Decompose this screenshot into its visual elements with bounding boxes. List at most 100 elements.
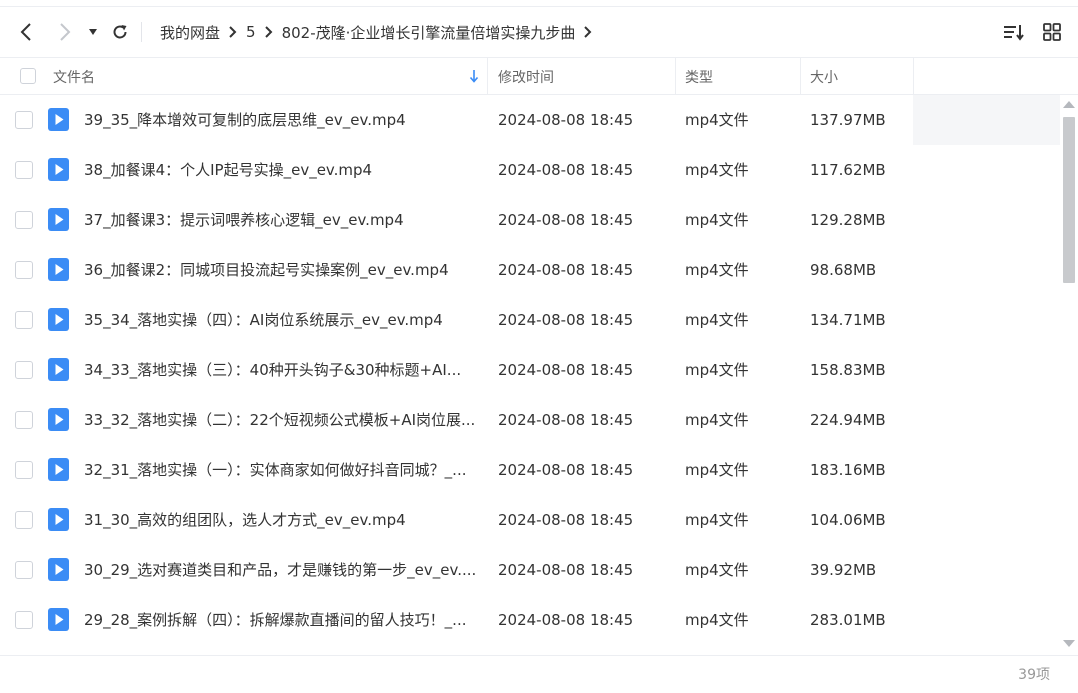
breadcrumb-item-folder[interactable]: 5 — [246, 23, 256, 41]
file-name[interactable]: 31_30_高效的组团队，选人才方式_ev_ev.mp4 — [84, 495, 479, 545]
row-checkbox[interactable] — [15, 611, 33, 629]
column-name-label: 文件名 — [53, 69, 95, 86]
item-count: 39项 — [1018, 667, 1050, 683]
file-name[interactable]: 33_32_落地实操（二）：22个短视频公式模板+AI岗位展... — [84, 395, 479, 445]
row-checkbox[interactable] — [15, 311, 33, 329]
sort-descending-icon — [1004, 25, 1024, 41]
chevron-right-icon[interactable] — [575, 25, 601, 39]
vertical-scrollbar[interactable] — [1060, 95, 1078, 655]
file-row[interactable]: 31_30_高效的组团队，选人才方式_ev_ev.mp4 2024-08-08 … — [0, 495, 1060, 545]
file-name[interactable]: 34_33_落地实操（三）：40种开头钩子&30种标题+AI... — [84, 345, 479, 395]
file-name[interactable]: 39_35_降本增效可复制的底层思维_ev_ev.mp4 — [84, 95, 479, 145]
chevron-right-icon — [256, 25, 282, 39]
scroll-down-arrow-icon[interactable] — [1063, 640, 1075, 647]
column-header-size[interactable]: 大小 — [810, 58, 838, 95]
history-dropdown-button[interactable] — [82, 18, 104, 46]
toolbar: 我的网盘 5 802-茂隆·企业增长引擎流量倍增实操九步曲 — [0, 8, 1078, 56]
file-row[interactable]: 37_加餐课3：提示词喂养核心逻辑_ev_ev.mp4 2024-08-08 1… — [0, 195, 1060, 245]
file-row[interactable]: 38_加餐课4：个人IP起号实操_ev_ev.mp4 2024-08-08 18… — [0, 145, 1060, 195]
column-size-label: 大小 — [810, 69, 838, 86]
column-divider[interactable] — [800, 58, 801, 95]
column-divider[interactable] — [913, 58, 914, 95]
file-type: mp4文件 — [685, 461, 749, 479]
column-header-modified[interactable]: 修改时间 — [498, 58, 554, 95]
chevron-right-icon — [60, 23, 71, 41]
file-size: 224.94MB — [810, 411, 886, 429]
chevron-right-icon — [220, 25, 246, 39]
file-type: mp4文件 — [685, 261, 749, 279]
forward-button[interactable] — [51, 18, 79, 46]
file-type: mp4文件 — [685, 511, 749, 529]
file-row[interactable]: 35_34_落地实操（四）：AI岗位系统展示_ev_ev.mp4 2024-08… — [0, 295, 1060, 345]
file-size: 158.83MB — [810, 361, 886, 379]
video-file-icon — [48, 208, 69, 231]
file-type: mp4文件 — [685, 361, 749, 379]
row-checkbox[interactable] — [15, 561, 33, 579]
row-checkbox[interactable] — [15, 361, 33, 379]
back-button[interactable] — [12, 18, 40, 46]
refresh-button[interactable] — [106, 18, 134, 46]
file-name[interactable]: 37_加餐课3：提示词喂养核心逻辑_ev_ev.mp4 — [84, 195, 479, 245]
video-file-icon — [48, 158, 69, 181]
grid-view-button[interactable] — [1040, 18, 1064, 46]
column-header-type[interactable]: 类型 — [685, 58, 713, 95]
row-checkbox[interactable] — [15, 211, 33, 229]
sort-down-arrow-icon[interactable] — [467, 68, 481, 84]
breadcrumb-item-current[interactable]: 802-茂隆·企业增长引擎流量倍增实操九步曲 — [282, 22, 576, 43]
file-name[interactable]: 30_29_选对赛道类目和产品，才是赚钱的第一步_ev_ev.... — [84, 545, 479, 595]
file-name[interactable]: 32_31_落地实操（一）：实体商家如何做好抖音同城？_... — [84, 445, 479, 495]
file-type: mp4文件 — [685, 311, 749, 329]
file-modified: 2024-08-08 18:45 — [498, 561, 634, 579]
row-checkbox[interactable] — [15, 161, 33, 179]
file-row[interactable]: 36_加餐课2：同城项目投流起号实操案例_ev_ev.mp4 2024-08-0… — [0, 245, 1060, 295]
row-checkbox[interactable] — [15, 411, 33, 429]
row-checkbox[interactable] — [15, 511, 33, 529]
breadcrumb: 我的网盘 5 802-茂隆·企业增长引擎流量倍增实操九步曲 — [160, 8, 601, 56]
file-modified: 2024-08-08 18:45 — [498, 461, 634, 479]
file-type: mp4文件 — [685, 611, 749, 629]
video-file-icon — [48, 408, 69, 431]
file-modified: 2024-08-08 18:45 — [498, 361, 634, 379]
row-checkbox[interactable] — [15, 111, 33, 129]
file-row[interactable]: 30_29_选对赛道类目和产品，才是赚钱的第一步_ev_ev.... 2024-… — [0, 545, 1060, 595]
video-file-icon — [48, 558, 69, 581]
file-modified: 2024-08-08 18:45 — [498, 261, 634, 279]
file-size: 39.92MB — [810, 561, 877, 579]
file-name[interactable]: 29_28_案例拆解（四）：拆解爆款直播间的留人技巧！_... — [84, 595, 479, 645]
view-controls — [1002, 18, 1064, 46]
file-row[interactable]: 34_33_落地实操（三）：40种开头钩子&30种标题+AI... 2024-0… — [0, 345, 1060, 395]
file-name[interactable]: 35_34_落地实操（四）：AI岗位系统展示_ev_ev.mp4 — [84, 295, 479, 345]
caret-down-icon — [89, 29, 97, 35]
row-checkbox[interactable] — [15, 261, 33, 279]
file-row[interactable]: 32_31_落地实操（一）：实体商家如何做好抖音同城？_... 2024-08-… — [0, 445, 1060, 495]
column-modified-label: 修改时间 — [498, 69, 554, 86]
column-header-name[interactable]: 文件名 — [53, 58, 95, 95]
toolbar-separator — [141, 22, 142, 42]
column-divider[interactable] — [675, 58, 676, 95]
file-type: mp4文件 — [685, 111, 749, 129]
scroll-up-arrow-icon[interactable] — [1063, 101, 1075, 108]
video-file-icon — [48, 308, 69, 331]
file-size: 134.71MB — [810, 311, 886, 329]
top-divider — [0, 6, 1078, 7]
scrollbar-thumb[interactable] — [1063, 117, 1075, 283]
file-modified: 2024-08-08 18:45 — [498, 511, 634, 529]
file-size: 137.97MB — [810, 111, 886, 129]
row-checkbox[interactable] — [15, 461, 33, 479]
file-row[interactable]: 33_32_落地实操（二）：22个短视频公式模板+AI岗位展... 2024-0… — [0, 395, 1060, 445]
file-row[interactable]: 39_35_降本增效可复制的底层思维_ev_ev.mp4 2024-08-08 … — [0, 95, 1060, 145]
video-file-icon — [48, 508, 69, 531]
file-size: 129.28MB — [810, 211, 886, 229]
file-modified: 2024-08-08 18:45 — [498, 411, 634, 429]
file-size: 98.68MB — [810, 261, 877, 279]
column-type-label: 类型 — [685, 69, 713, 86]
column-divider[interactable] — [487, 58, 488, 95]
file-row[interactable]: 29_28_案例拆解（四）：拆解爆款直播间的留人技巧！_... 2024-08-… — [0, 595, 1060, 645]
file-name[interactable]: 38_加餐课4：个人IP起号实操_ev_ev.mp4 — [84, 145, 479, 195]
file-name[interactable]: 36_加餐课2：同城项目投流起号实操案例_ev_ev.mp4 — [84, 245, 479, 295]
breadcrumb-item-root[interactable]: 我的网盘 — [160, 22, 220, 43]
refresh-icon — [113, 25, 127, 39]
file-type: mp4文件 — [685, 161, 749, 179]
select-all-checkbox[interactable] — [20, 68, 36, 84]
sort-button[interactable] — [1002, 18, 1026, 46]
